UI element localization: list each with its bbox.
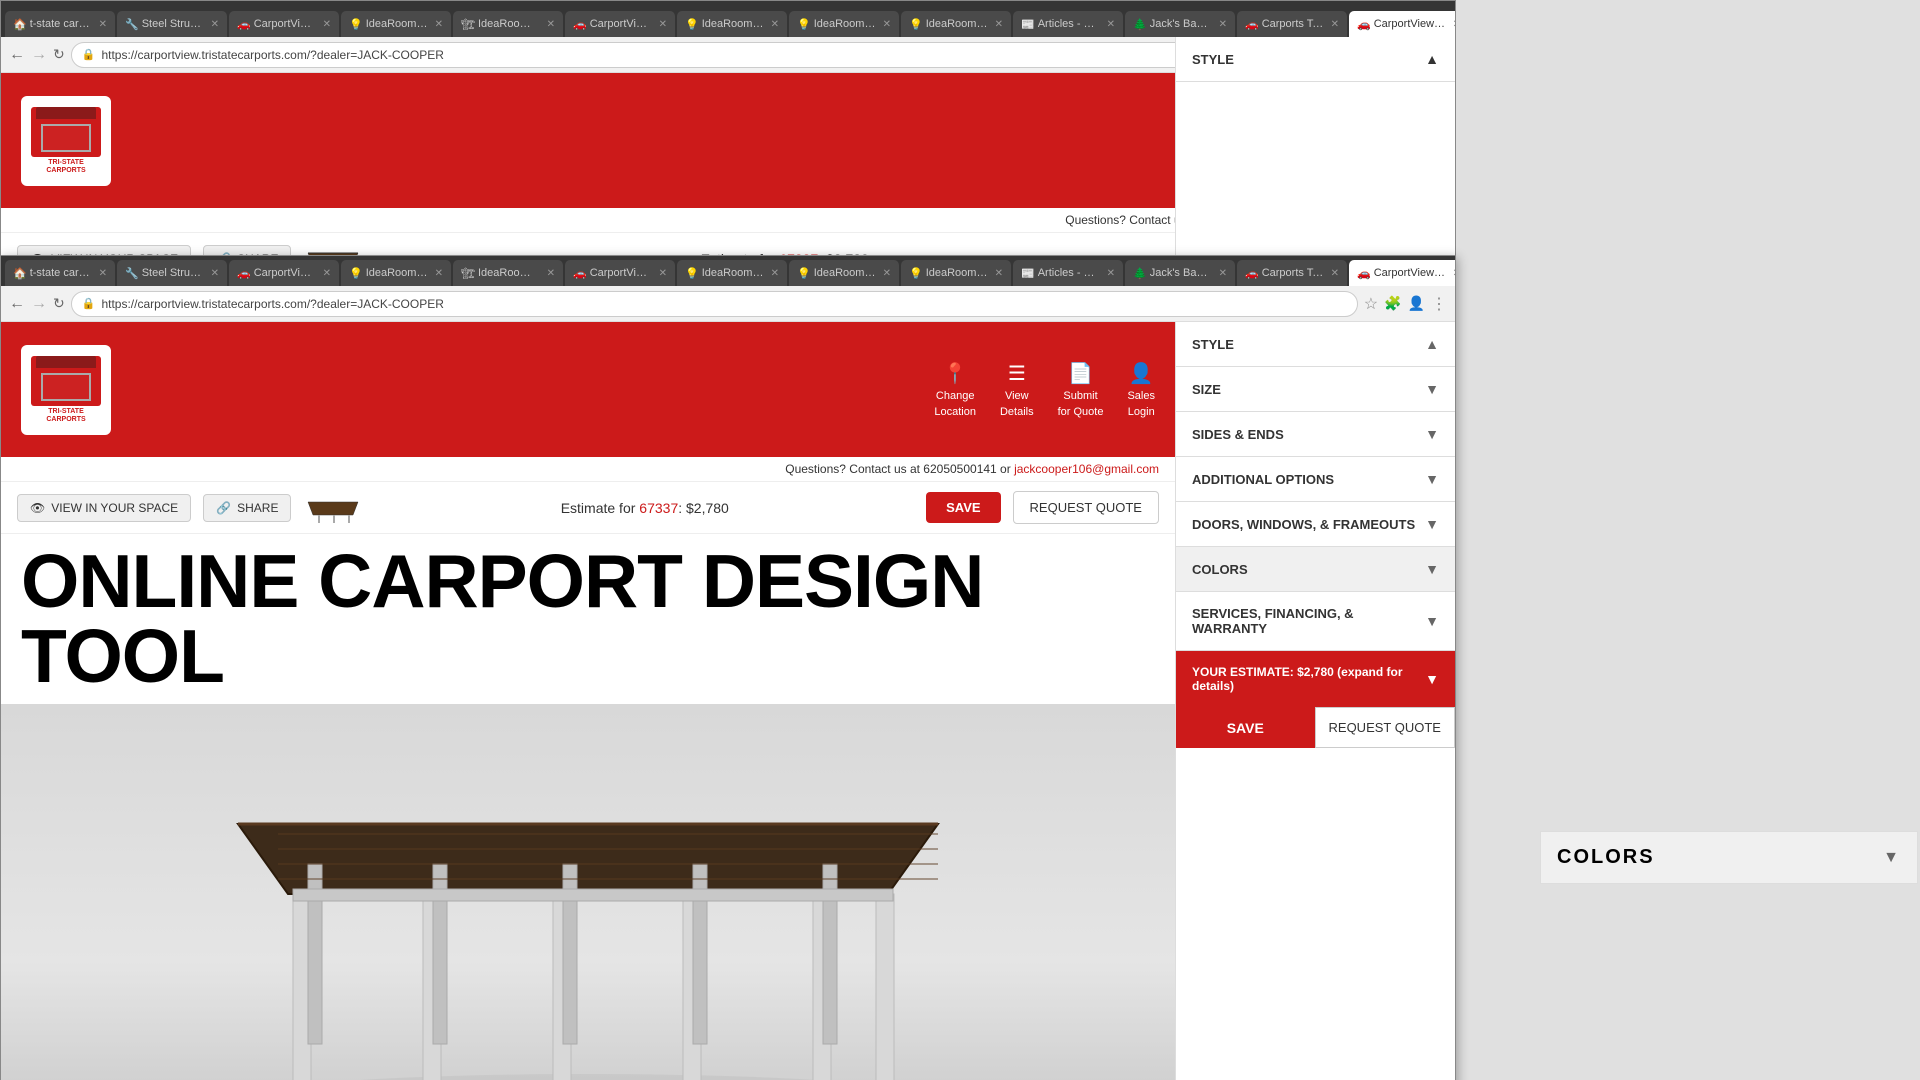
zip-link-2[interactable]: 67337 bbox=[639, 500, 678, 516]
colors-overlay-chevron: ▼ bbox=[1883, 849, 1901, 867]
tab-jacks-backya[interactable]: 🌲Jack's Backya...✕ bbox=[1125, 11, 1235, 37]
nav2-submit-quote[interactable]: 📄 Submit for Quote bbox=[1058, 361, 1104, 418]
view-in-space-button-2[interactable]: 👁 VIEW IN YOUR SPACE bbox=[17, 494, 191, 522]
back-button[interactable]: ← bbox=[9, 46, 25, 64]
tab-idearoom2[interactable]: 🏗IdeaRoom 3D Co...✕ bbox=[453, 11, 563, 37]
nav2-view-details[interactable]: ☰ View Details bbox=[1000, 361, 1034, 418]
contact-email-2[interactable]: jackcooper106@gmail.com bbox=[1014, 462, 1159, 476]
back-button-2[interactable]: ← bbox=[9, 295, 25, 313]
share-icon-2: 🔗 bbox=[216, 501, 231, 515]
tab2-idearoom3[interactable]: 💡IdeaRoom 3D Co...✕ bbox=[677, 260, 787, 286]
tab2-articles[interactable]: 📰Articles - Jack...✕ bbox=[1013, 260, 1123, 286]
tab2-idearoom2[interactable]: 🏗IdeaRoom 3D Co...✕ bbox=[453, 260, 563, 286]
view-space-icon-2: 👁 bbox=[30, 501, 45, 515]
tab-t-state[interactable]: 🏠t-state carpo...✕ bbox=[5, 11, 115, 37]
estimate-chevron: ▼ bbox=[1425, 671, 1439, 687]
doors-chevron: ▼ bbox=[1425, 516, 1439, 532]
additional-chevron: ▼ bbox=[1425, 471, 1439, 487]
tab-idearoom1[interactable]: 💡IdeaRoom | P...✕ bbox=[341, 11, 451, 37]
tab2-idearoom1[interactable]: 💡IdeaRoom | P...✕ bbox=[341, 260, 451, 286]
tab-carportview-active[interactable]: 🚗CarportView 3D...✕ bbox=[1349, 11, 1455, 37]
save-button-2[interactable]: SAVE bbox=[926, 492, 1000, 523]
tab2-idearoom4[interactable]: 💡IdeaRoom 3D Co...✕ bbox=[789, 260, 899, 286]
size-section-header[interactable]: SIZE ▼ bbox=[1176, 367, 1455, 411]
style-chevron-2: ▲ bbox=[1425, 336, 1439, 352]
request-quote-button-2[interactable]: REQUEST QUOTE bbox=[1013, 491, 1159, 524]
toolbar2-mini-preview bbox=[303, 490, 363, 525]
tab2-carports-too[interactable]: 🚗Carports Too✕ bbox=[1237, 260, 1347, 286]
doors-windows-header[interactable]: DOORS, WINDOWS, & FRAMEOUTS ▼ bbox=[1176, 502, 1455, 546]
nav2-change-location[interactable]: 📍 Change Location bbox=[934, 361, 976, 418]
questions-bar-2: Questions? Contact us at 62050500141 or … bbox=[1, 457, 1175, 482]
forward-button[interactable]: → bbox=[31, 46, 47, 64]
sides-chevron: ▼ bbox=[1425, 426, 1439, 442]
logo[interactable]: TRI-STATECARPORTS bbox=[21, 96, 111, 186]
tab-idearoom5[interactable]: 💡IdeaRoom 3D Co...✕ bbox=[901, 11, 1011, 37]
tab2-carportview-active[interactable]: 🚗CarportView 3D...✕ bbox=[1349, 260, 1455, 286]
sides-ends-header[interactable]: SIDES & ENDS ▼ bbox=[1176, 412, 1455, 456]
bookmark-button-2[interactable]: ☆ bbox=[1364, 294, 1378, 314]
settings-button-2[interactable]: ⋮ bbox=[1431, 294, 1447, 314]
size-chevron: ▼ bbox=[1425, 381, 1439, 397]
reload-button-2[interactable]: ↻ bbox=[53, 295, 65, 312]
tab2-carportview1[interactable]: 🚗CarportView 3 C...✕ bbox=[229, 260, 339, 286]
tab-steel[interactable]: 🔧Steel Structu...✕ bbox=[117, 11, 227, 37]
colors-label-overlay: COLORS ▼ bbox=[1540, 831, 1918, 884]
tab2-jacks-backya[interactable]: 🌲Jack's Backya...✕ bbox=[1125, 260, 1235, 286]
logo-2[interactable]: TRI-STATECARPORTS bbox=[21, 345, 111, 435]
services-header[interactable]: SERVICES, FINANCING, & WARRANTY ▼ bbox=[1176, 592, 1455, 650]
tab-carportview1[interactable]: 🚗CarportView 3 C...✕ bbox=[229, 11, 339, 37]
panel-bottom-buttons: SAVE REQUEST QUOTE bbox=[1176, 707, 1455, 748]
tab-carports-too[interactable]: 🚗Carports Too✕ bbox=[1237, 11, 1347, 37]
services-chevron: ▼ bbox=[1425, 613, 1439, 629]
tab2-steel[interactable]: 🔧Steel Structu...✕ bbox=[117, 260, 227, 286]
profile-button-2[interactable]: 👤 bbox=[1408, 295, 1425, 312]
tab2-carportview2[interactable]: 🚗CarportView 3D C...✕ bbox=[565, 260, 675, 286]
extensions-button-2[interactable]: 🧩 bbox=[1384, 295, 1401, 312]
address-bar-2[interactable]: 🔒 https://carportview.tristatecarports.c… bbox=[71, 291, 1358, 317]
design-tool-heading: ONLINE CARPORT DESIGN TOOL bbox=[1, 534, 1175, 704]
tab-carportview2[interactable]: 🚗CarportView 3D C...✕ bbox=[565, 11, 675, 37]
style-chevron: ▲ bbox=[1425, 51, 1439, 67]
reload-button[interactable]: ↻ bbox=[53, 46, 65, 63]
panel-save-button[interactable]: SAVE bbox=[1176, 707, 1315, 748]
additional-options-header[interactable]: ADDITIONAL OPTIONS ▼ bbox=[1176, 457, 1455, 501]
share-button-2[interactable]: 🔗 SHARE bbox=[203, 494, 291, 522]
lock-icon: 🔒 bbox=[82, 48, 96, 61]
logo-text-2: TRI-STATECARPORTS bbox=[46, 408, 85, 423]
tab-articles[interactable]: 📰Articles - Jack...✕ bbox=[1013, 11, 1123, 37]
tab2-t-state[interactable]: 🏠t-state carpo...✕ bbox=[5, 260, 115, 286]
carport-viewer[interactable] bbox=[1, 704, 1175, 1080]
right-panel: STYLE ▲ SIZE ▼ SIDES & ENDS ▼ bbox=[1175, 322, 1455, 1080]
colors-section-header[interactable]: COLORS ▼ bbox=[1176, 547, 1455, 591]
lock-icon-2: 🔒 bbox=[82, 297, 96, 310]
panel-request-quote-button[interactable]: REQUEST QUOTE bbox=[1315, 707, 1456, 748]
style-section-header[interactable]: STYLE ▲ bbox=[1176, 37, 1455, 81]
forward-button-2[interactable]: → bbox=[31, 295, 47, 313]
url-text: https://carportview.tristatecarports.com… bbox=[101, 48, 443, 62]
style-section-header-2[interactable]: STYLE ▲ bbox=[1176, 322, 1455, 366]
colors-chevron: ▼ bbox=[1425, 561, 1439, 577]
estimate-display-2: Estimate for 67337: $2,780 bbox=[561, 500, 729, 516]
estimate-bar[interactable]: YOUR ESTIMATE: $2,780 (expand for detail… bbox=[1176, 651, 1455, 707]
tab2-idearoom5[interactable]: 💡IdeaRoom 3D Co...✕ bbox=[901, 260, 1011, 286]
nav2-sales-login[interactable]: 👤 Sales Login bbox=[1127, 361, 1155, 418]
url-text-2: https://carportview.tristatecarports.com… bbox=[101, 297, 443, 311]
tab-idearoom4[interactable]: 💡IdeaRoom 3D Co...✕ bbox=[789, 11, 899, 37]
tab-idearoom3[interactable]: 💡IdeaRoom 3D Co...✕ bbox=[677, 11, 787, 37]
address-bar[interactable]: 🔒 https://carportview.tristatecarports.c… bbox=[71, 42, 1358, 68]
logo-text: TRI-STATECARPORTS bbox=[46, 159, 85, 174]
